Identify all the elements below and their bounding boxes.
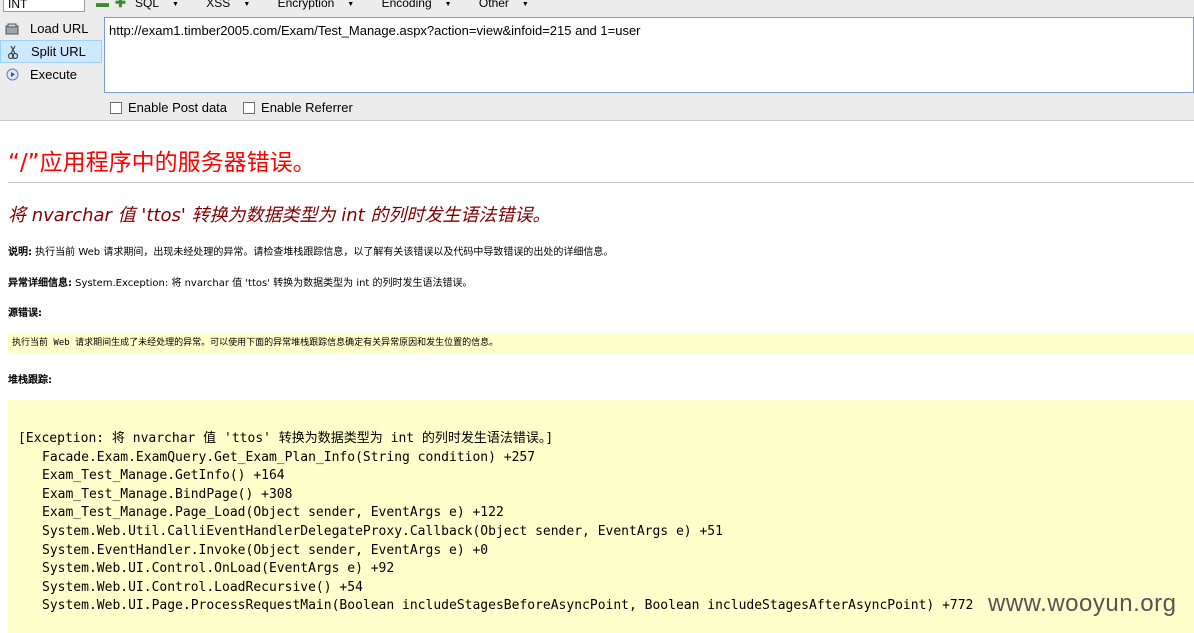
split-url-label: Split URL: [31, 44, 86, 59]
menu-sql-label: SQL: [135, 0, 160, 10]
menu-sql[interactable]: SQL ▼: [135, 0, 191, 10]
play-icon: [4, 67, 20, 83]
error-page: “/”应用程序中的服务器错误。 将 nvarchar 值 'ttos' 转换为数…: [0, 121, 1194, 633]
menu-encryption[interactable]: Encryption ▼: [278, 0, 367, 10]
source-error-box: 执行当前 Web 请求期间生成了未经处理的异常。可以使用下面的异常堆栈跟踪信息确…: [8, 333, 1194, 353]
enable-referrer-label: Enable Referrer: [261, 100, 353, 115]
stack-line: System.Web.UI.Control.OnLoad(EventArgs e…: [42, 561, 395, 577]
menu-xss-label: XSS: [206, 0, 231, 10]
split-icon: [5, 44, 21, 60]
execute-button[interactable]: Execute: [0, 63, 102, 86]
checkbox-box[interactable]: [243, 101, 256, 114]
source-error-heading: 源错误:: [8, 304, 42, 319]
enable-post-checkbox[interactable]: Enable Post data: [110, 100, 227, 115]
page-title: “/”应用程序中的服务器错误。: [8, 150, 316, 176]
increment-icon[interactable]: ✚: [115, 0, 126, 10]
stack-line: Exam_Test_Manage.BindPage() +308: [42, 486, 293, 502]
menu-xss[interactable]: XSS ▼: [206, 0, 262, 10]
split-url-button[interactable]: Split URL: [0, 40, 102, 63]
checkbox-box[interactable]: [110, 101, 122, 114]
decrement-icon[interactable]: ▬: [96, 0, 109, 10]
stack-line: System.Web.Util.CalliEventHandlerDelegat…: [42, 523, 723, 539]
hackbar-menu: SQL ▼ XSS ▼ Encryption ▼ Encoding ▼ Other ▼: [135, 0, 553, 12]
stack-line: System.EventHandler.Invoke(Object sender…: [42, 542, 489, 558]
hackbar-top-row: INT ▬ ✚ SQL ▼ XSS ▼ Encryption ▼ Encoding ▼ O…: [0, 0, 1194, 14]
description-text: 执行当前 Web 请求期间，出现未经处理的异常。请检查堆栈跟踪信息，以了解有关该…: [32, 247, 614, 258]
enable-referrer-checkbox[interactable]: Enable Referrer: [243, 100, 353, 115]
menu-other[interactable]: Other ▼: [479, 0, 541, 10]
stack-line: Exam_Test_Manage.GetInfo() +164: [42, 468, 285, 484]
exception-detail-text: System.Exception: 将 nvarchar 值 'ttos' 转换…: [72, 278, 473, 289]
source-error-label: 源错误:: [8, 308, 42, 319]
menu-encoding-label: Encoding: [381, 0, 432, 10]
dropdown-arrow-icon: ▼: [347, 1, 355, 8]
description-label: 说明:: [8, 247, 32, 258]
hackbar-toolbar: INT ▬ ✚ SQL ▼ XSS ▼ Encryption ▼ Encoding ▼ O…: [0, 0, 1194, 121]
exception-detail-line: 异常详细信息: System.Exception: 将 nvarchar 值 '…: [8, 274, 473, 289]
enable-post-label: Enable Post data: [128, 100, 228, 115]
url-textarea[interactable]: http://exam1.timber2005.com/Exam/Test_Ma…: [104, 17, 1194, 93]
stack-line: Exam_Test_Manage.Page_Load(Object sender…: [42, 505, 504, 521]
exception-detail-label: 异常详细信息:: [8, 278, 72, 289]
dropdown-arrow-icon: ▼: [243, 1, 251, 8]
execute-label: Execute: [30, 67, 77, 82]
menu-encryption-label: Encryption: [277, 0, 335, 10]
watermark: www.wooyun.org: [988, 590, 1177, 617]
load-url-label: Load URL: [30, 21, 89, 36]
options-row: Enable Post data Enable Referrer: [110, 100, 369, 115]
divider: [8, 182, 1194, 183]
menu-encoding[interactable]: Encoding ▼: [382, 0, 464, 10]
error-subtitle: 将 nvarchar 值 'ttos' 转换为数据类型为 int 的列时发生语法…: [8, 205, 551, 226]
injection-type-select[interactable]: INT: [3, 0, 85, 12]
hackbar-side-buttons: Load URL Split URL Execute: [0, 17, 102, 86]
dropdown-arrow-icon: ▼: [444, 1, 452, 8]
load-url-button[interactable]: Load URL: [0, 17, 102, 40]
increment-controls: ▬ ✚: [96, 0, 126, 10]
dropdown-arrow-icon: ▼: [172, 1, 179, 8]
stack-line: [Exception: 将 nvarchar 值 'ttos' 转换为数据类型为…: [18, 431, 554, 446]
menu-other-label: Other: [478, 0, 509, 10]
description-line: 说明: 执行当前 Web 请求期间，出现未经处理的异常。请检查堆栈跟踪信息，以了…: [8, 243, 613, 258]
load-icon: [4, 21, 20, 37]
stack-trace-label: 堆栈跟踪:: [8, 375, 52, 386]
stack-trace-heading: 堆栈跟踪:: [8, 371, 52, 386]
stack-line: Facade.Exam.ExamQuery.Get_Exam_Plan_Info…: [42, 449, 536, 465]
dropdown-arrow-icon: ▼: [521, 1, 529, 8]
